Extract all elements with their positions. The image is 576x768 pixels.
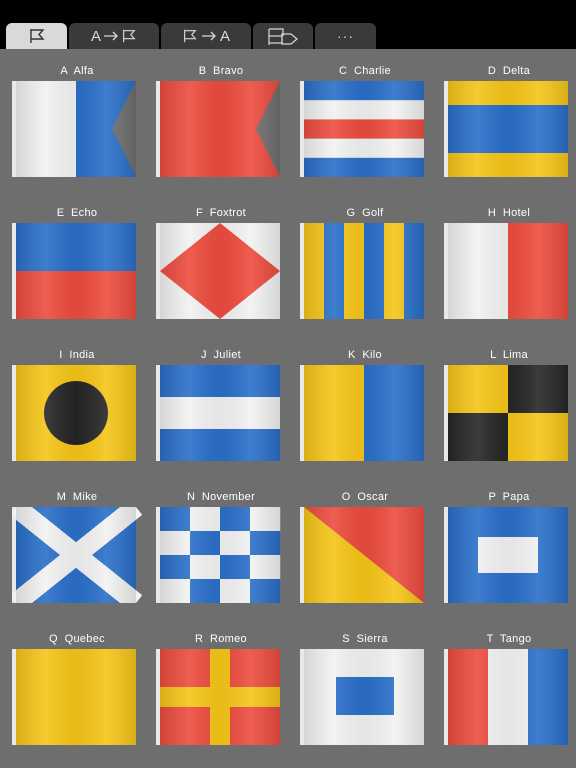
arrow-right-icon bbox=[104, 31, 118, 41]
flag-alfa-image[interactable] bbox=[12, 81, 142, 177]
flag-cell-juliet[interactable]: J Juliet bbox=[156, 348, 286, 468]
flag-label: H Hotel bbox=[487, 207, 531, 219]
flag-label: O Oscar bbox=[341, 491, 389, 503]
flag-label: N November bbox=[186, 491, 256, 503]
flag-cell-tango[interactable]: T Tango bbox=[444, 632, 574, 752]
flag-cell-golf[interactable]: G Golf bbox=[300, 206, 430, 326]
flag-cell-bravo[interactable]: B Bravo bbox=[156, 64, 286, 184]
flag-label: A Alfa bbox=[60, 65, 94, 77]
flag-charlie-image[interactable] bbox=[300, 81, 430, 177]
flag-label: B Bravo bbox=[198, 65, 244, 77]
flag-cell-echo[interactable]: E Echo bbox=[12, 206, 142, 326]
more-icon: ··· bbox=[337, 28, 354, 44]
flag-label: D Delta bbox=[487, 65, 531, 77]
flag-label: K Kilo bbox=[348, 349, 382, 361]
flag-bravo-image[interactable] bbox=[156, 81, 286, 177]
tab-letter-a: A bbox=[90, 27, 101, 45]
flag-november-image[interactable] bbox=[156, 507, 286, 603]
flag-cell-alfa[interactable]: A Alfa bbox=[12, 64, 142, 184]
flag-sierra-image[interactable] bbox=[300, 649, 430, 745]
flag-cell-oscar[interactable]: O Oscar bbox=[300, 490, 430, 610]
flag-cell-romeo[interactable]: R Romeo bbox=[156, 632, 286, 752]
flag-cell-sierra[interactable]: S Sierra bbox=[300, 632, 430, 752]
flag-icon bbox=[184, 29, 197, 43]
flag-hotel-image[interactable] bbox=[444, 223, 574, 319]
flag-quebec-image[interactable] bbox=[12, 649, 142, 745]
flag-delta-image[interactable] bbox=[444, 81, 574, 177]
flag-cell-kilo[interactable]: K Kilo bbox=[300, 348, 430, 468]
tab-flags[interactable] bbox=[6, 23, 67, 49]
arrow-right-icon bbox=[201, 31, 216, 41]
flag-lima-image[interactable] bbox=[444, 365, 574, 461]
flag-label: F Foxtrot bbox=[195, 207, 247, 219]
flag-label: J Juliet bbox=[201, 349, 241, 361]
flag-label: E Echo bbox=[56, 207, 98, 219]
tab-bar: A A ··· bbox=[0, 0, 576, 49]
flag-label: P Papa bbox=[488, 491, 530, 503]
tab-more[interactable]: ··· bbox=[315, 23, 376, 49]
flag-label: Q Quebec bbox=[49, 633, 105, 645]
flag-oscar-image[interactable] bbox=[300, 507, 430, 603]
signal-flag-icon bbox=[268, 28, 298, 45]
flag-echo-image[interactable] bbox=[12, 223, 142, 319]
flag-cell-lima[interactable]: L Lima bbox=[444, 348, 574, 468]
flag-icon bbox=[29, 29, 45, 43]
tab-signal[interactable] bbox=[253, 23, 313, 49]
flag-cell-charlie[interactable]: C Charlie bbox=[300, 64, 430, 184]
flag-label: L Lima bbox=[490, 349, 528, 361]
tab-flag-to-letter[interactable]: A bbox=[161, 23, 251, 49]
flag-label: G Golf bbox=[346, 207, 384, 219]
flag-cell-delta[interactable]: D Delta bbox=[444, 64, 574, 184]
flag-romeo-image[interactable] bbox=[156, 649, 286, 745]
flag-label: T Tango bbox=[486, 633, 532, 645]
flag-tango-image[interactable] bbox=[444, 649, 574, 745]
flag-icon bbox=[123, 29, 136, 43]
flag-cell-foxtrot[interactable]: F Foxtrot bbox=[156, 206, 286, 326]
flag-foxtrot-image[interactable] bbox=[156, 223, 286, 319]
flag-grid: A Alfa B Bravo C Charlie D Delta E Echo … bbox=[0, 49, 576, 768]
flag-golf-image[interactable] bbox=[300, 223, 430, 319]
flag-label: R Romeo bbox=[195, 633, 247, 645]
flag-cell-india[interactable]: I India bbox=[12, 348, 142, 468]
flag-india-image[interactable] bbox=[12, 365, 142, 461]
flag-cell-quebec[interactable]: Q Quebec bbox=[12, 632, 142, 752]
flag-juliet-image[interactable] bbox=[156, 365, 286, 461]
flag-label: S Sierra bbox=[342, 633, 388, 645]
flag-cell-mike[interactable]: M Mike bbox=[12, 490, 142, 610]
flag-papa-image[interactable] bbox=[444, 507, 574, 603]
flag-label: M Mike bbox=[56, 491, 98, 503]
tab-letter-to-flag[interactable]: A bbox=[69, 23, 159, 49]
flag-mike-image[interactable] bbox=[12, 507, 142, 603]
tab-letter-a: A bbox=[219, 27, 230, 45]
flag-label: C Charlie bbox=[339, 65, 391, 77]
flag-label: I India bbox=[59, 349, 95, 361]
flag-cell-hotel[interactable]: H Hotel bbox=[444, 206, 574, 326]
flag-cell-papa[interactable]: P Papa bbox=[444, 490, 574, 610]
flag-cell-november[interactable]: N November bbox=[156, 490, 286, 610]
flag-kilo-image[interactable] bbox=[300, 365, 430, 461]
